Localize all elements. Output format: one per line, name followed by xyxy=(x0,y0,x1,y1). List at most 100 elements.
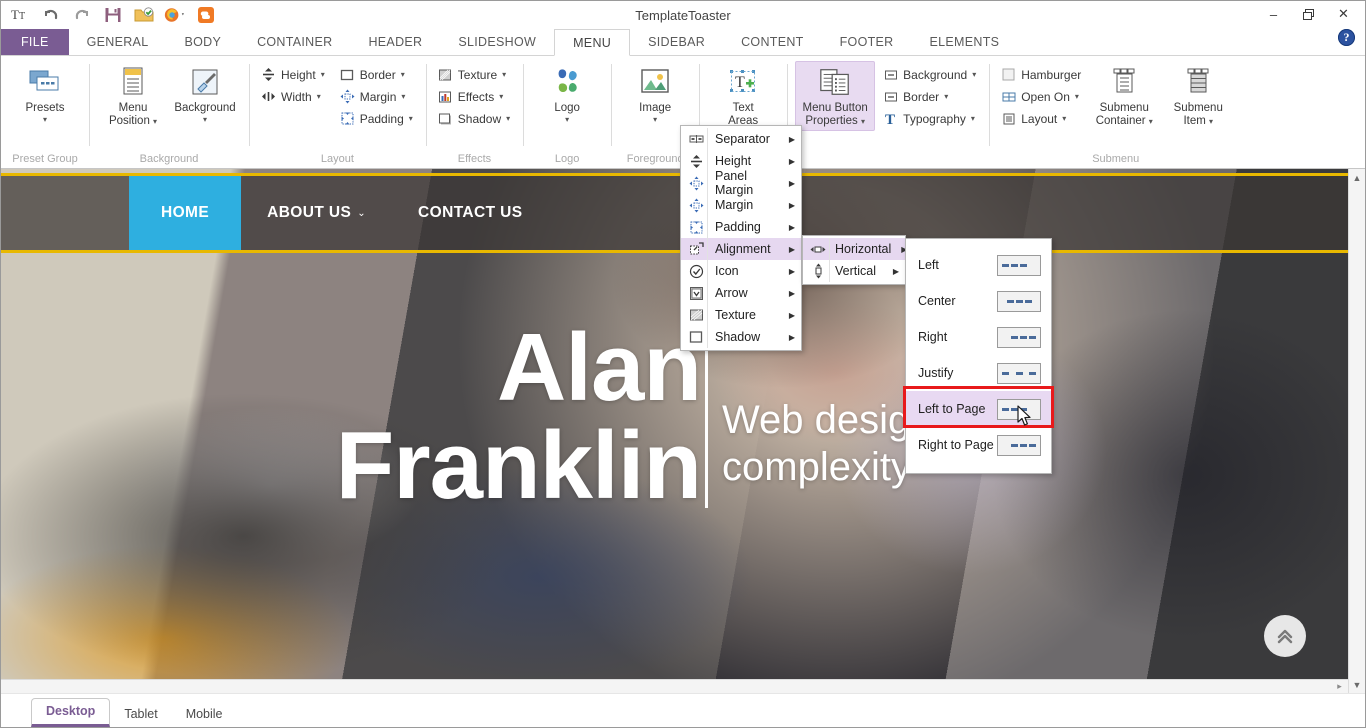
effects-caret-icon[interactable]: ▾ xyxy=(499,92,503,101)
align-option-left[interactable]: Left xyxy=(906,247,1051,283)
menu-item-icon[interactable]: Icon ▶ xyxy=(681,260,801,282)
menu-item-texture[interactable]: Texture ▶ xyxy=(681,304,801,326)
border-caret-icon[interactable]: ▾ xyxy=(401,70,405,79)
chevron-right-icon: ▶ xyxy=(883,267,899,276)
layout-group-label: Layout xyxy=(252,150,423,168)
svg-text:T: T xyxy=(885,112,895,126)
width-caret-icon[interactable]: ▾ xyxy=(317,92,321,101)
hscroll-right-arrow-icon[interactable]: ▸ xyxy=(1331,680,1348,693)
save-icon[interactable] xyxy=(102,4,124,26)
firefox-preview-icon[interactable] xyxy=(164,4,186,26)
device-tab-mobile[interactable]: Mobile xyxy=(172,702,237,727)
menu-item-arrow[interactable]: Arrow ▶ xyxy=(681,282,801,304)
tab-sidebar[interactable]: SIDEBAR xyxy=(630,29,723,55)
restore-button[interactable] xyxy=(1291,1,1326,27)
tab-general[interactable]: GENERAL xyxy=(69,29,167,55)
effects-button[interactable]: Effects ▾ xyxy=(434,86,515,107)
vscroll-down-arrow-icon[interactable]: ▼ xyxy=(1349,676,1365,693)
redo-icon[interactable] xyxy=(71,4,93,26)
submenu-container-button[interactable]: SubmenuContainer ▾ xyxy=(1088,61,1160,131)
tab-slideshow[interactable]: SLIDESHOW xyxy=(440,29,554,55)
margin-button[interactable]: Margin ▾ xyxy=(336,86,418,107)
align-option-justify[interactable]: Justify xyxy=(906,355,1051,391)
typography-caret-icon[interactable]: ▾ xyxy=(971,114,975,123)
submenu-item-button[interactable]: SubmenuItem ▾ xyxy=(1162,61,1234,131)
menu-item-margin[interactable]: Margin ▶ xyxy=(681,194,801,216)
logo-button[interactable]: Logo ▾ xyxy=(531,61,603,128)
tab-body[interactable]: BODY xyxy=(166,29,239,55)
undo-icon[interactable] xyxy=(40,4,62,26)
align-option-center[interactable]: Center xyxy=(906,283,1051,319)
device-tab-tablet[interactable]: Tablet xyxy=(110,702,171,727)
height-button[interactable]: Height ▾ xyxy=(257,64,330,85)
menu-item-separator[interactable]: Separator ▶ xyxy=(681,128,801,150)
align-option-right[interactable]: Right xyxy=(906,319,1051,355)
alignment-icon xyxy=(685,242,707,257)
menu-item-padding[interactable]: Padding ▶ xyxy=(681,216,801,238)
tab-header[interactable]: HEADER xyxy=(350,29,440,55)
vscroll-up-arrow-icon[interactable]: ▲ xyxy=(1349,169,1365,186)
close-button[interactable]: ✕ xyxy=(1326,1,1361,27)
width-button[interactable]: Width ▾ xyxy=(257,86,330,107)
chevron-right-icon: ▶ xyxy=(779,267,795,276)
logo-caret-icon[interactable]: ▾ xyxy=(565,116,569,124)
tab-elements[interactable]: ELEMENTS xyxy=(912,29,1018,55)
presets-caret-icon[interactable]: ▾ xyxy=(43,116,47,124)
hamburger-toggle[interactable]: Hamburger xyxy=(997,64,1086,85)
menu-item-panel-margin[interactable]: Panel Margin ▶ xyxy=(681,172,801,194)
help-icon[interactable]: ? xyxy=(1338,29,1355,46)
padding-caret-icon[interactable]: ▾ xyxy=(409,114,413,123)
text-tool-icon[interactable]: TT xyxy=(9,4,31,26)
website-preview[interactable]: HOME ABOUT US ⌄ CONTACT US Alan Franklin xyxy=(1,169,1348,679)
open-on-button[interactable]: Open On ▾ xyxy=(997,86,1086,107)
horizontal-scrollbar[interactable]: ▸ xyxy=(1,679,1348,693)
mb-background-caret-icon[interactable]: ▾ xyxy=(972,70,976,79)
menu-position-button[interactable]: MenuPosition ▾ xyxy=(97,61,169,131)
export-folder-icon[interactable] xyxy=(133,4,155,26)
shadow-button[interactable]: Shadow ▾ xyxy=(434,108,515,129)
open-on-caret-icon[interactable]: ▾ xyxy=(1075,92,1079,101)
scroll-to-top-button[interactable] xyxy=(1264,615,1306,657)
layout-caret-icon[interactable]: ▾ xyxy=(1062,114,1066,123)
tab-footer[interactable]: FOOTER xyxy=(822,29,912,55)
submenu-item-vertical[interactable]: Vertical ▶ xyxy=(803,260,905,282)
chevron-down-icon: ⌄ xyxy=(357,208,366,219)
device-tab-desktop[interactable]: Desktop xyxy=(31,698,110,727)
background-caret-icon[interactable]: ▾ xyxy=(203,116,207,124)
tab-menu[interactable]: MENU xyxy=(554,29,630,56)
nav-item-home[interactable]: HOME xyxy=(129,176,241,250)
shadow-caret-icon[interactable]: ▾ xyxy=(506,114,510,123)
blogger-icon[interactable] xyxy=(195,4,217,26)
submenu-item-label: SubmenuItem ▾ xyxy=(1174,102,1223,127)
tab-file[interactable]: FILE xyxy=(1,29,69,55)
submenu-item-horizontal[interactable]: Horizontal ▶ xyxy=(803,238,905,260)
layout-button[interactable]: Layout ▾ xyxy=(997,108,1086,129)
menu-item-shadow[interactable]: Shadow ▶ xyxy=(681,326,801,348)
hero-title[interactable]: Alan Franklin xyxy=(1,319,701,515)
svg-text:T: T xyxy=(11,7,19,22)
mb-border-caret-icon[interactable]: ▾ xyxy=(944,92,948,101)
texture-button[interactable]: Texture ▾ xyxy=(434,64,515,85)
padding-button[interactable]: Padding ▾ xyxy=(336,108,418,129)
mb-background-button[interactable]: Background ▾ xyxy=(879,64,981,85)
nav-item-contact-us[interactable]: CONTACT US xyxy=(392,176,548,250)
vertical-scrollbar[interactable]: ▲ ▼ xyxy=(1348,169,1365,693)
minimize-button[interactable]: – xyxy=(1256,1,1291,27)
text-areas-button[interactable]: T TextAreas xyxy=(707,61,779,131)
typography-button[interactable]: T Typography ▾ xyxy=(879,108,981,129)
height-caret-icon[interactable]: ▾ xyxy=(321,70,325,79)
tab-content[interactable]: CONTENT xyxy=(723,29,822,55)
mb-border-button[interactable]: Border ▾ xyxy=(879,86,981,107)
texture-caret-icon[interactable]: ▾ xyxy=(502,70,506,79)
margin-caret-icon[interactable]: ▾ xyxy=(401,92,405,101)
menu-item-alignment[interactable]: Alignment ▶ xyxy=(681,238,801,260)
background-button[interactable]: Background ▾ xyxy=(169,61,241,128)
chevron-right-icon: ▶ xyxy=(779,179,795,188)
presets-button[interactable]: Presets ▾ xyxy=(9,61,81,128)
image-caret-icon[interactable]: ▾ xyxy=(653,116,657,124)
image-button[interactable]: Image ▾ xyxy=(619,61,691,128)
nav-item-about-us[interactable]: ABOUT US ⌄ xyxy=(241,176,392,250)
tab-container[interactable]: CONTAINER xyxy=(239,29,350,55)
border-button[interactable]: Border ▾ xyxy=(336,64,418,85)
menu-button-properties-button[interactable]: Menu ButtonProperties ▾ xyxy=(795,61,875,131)
